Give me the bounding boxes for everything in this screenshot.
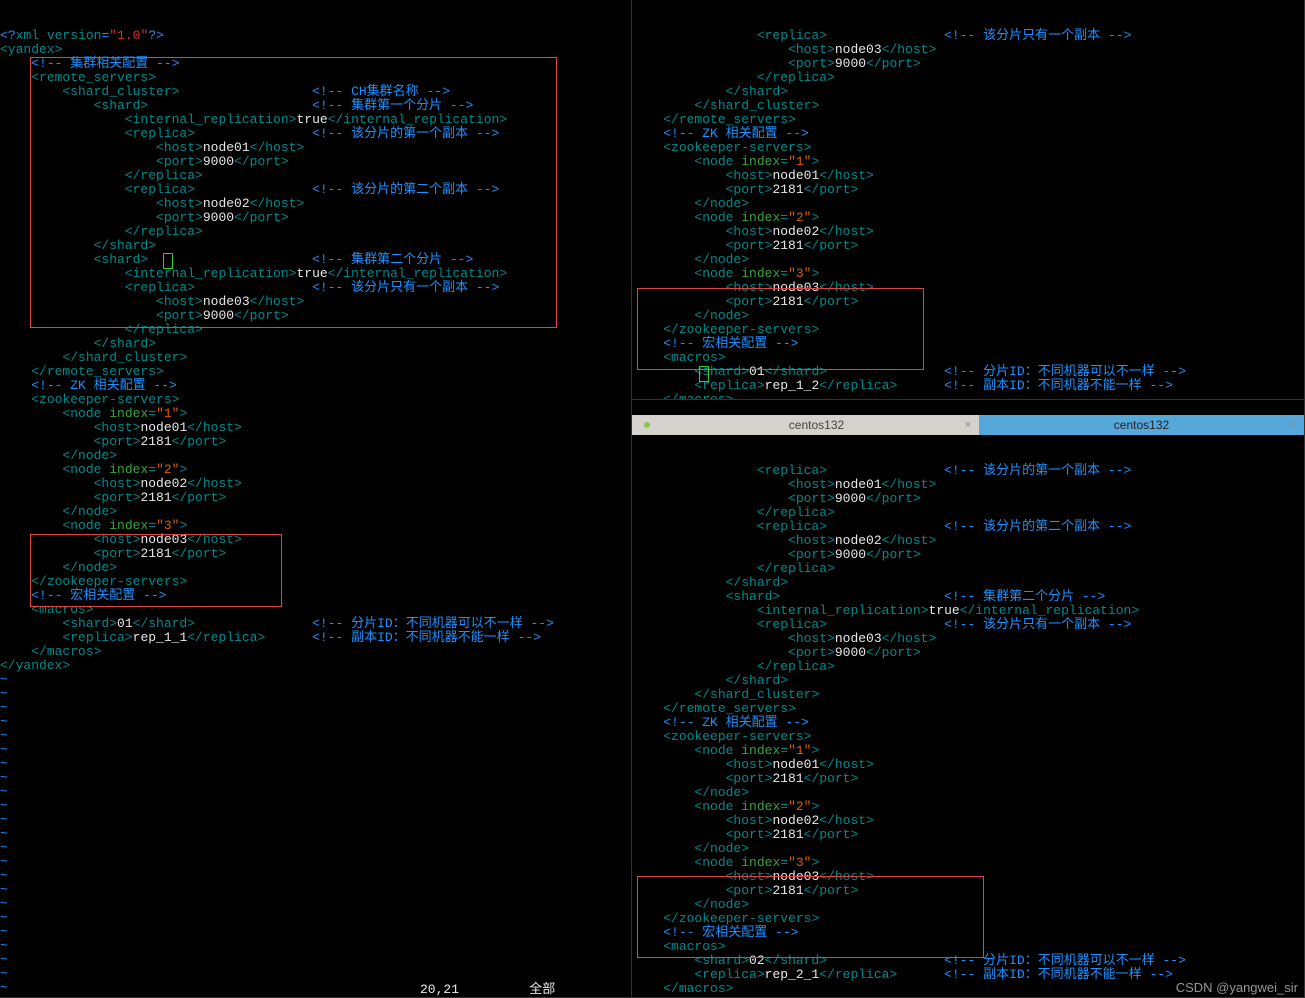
traffic-light	[632, 422, 654, 428]
tab-centos-1[interactable]: centos132×	[654, 415, 979, 435]
terminal-pane-left[interactable]: <?xml version="1.0"?> <yandex> <!-- 集群相关…	[0, 0, 632, 998]
terminal-pane-top-right[interactable]: <replica> <!-- 该分片只有一个副本 --> <host>node0…	[632, 0, 1305, 400]
close-icon[interactable]: ×	[965, 419, 971, 431]
xml-code-left: <?xml version="1.0"?> <yandex> <!-- 集群相关…	[0, 15, 631, 998]
xml-code-tr: <replica> <!-- 该分片只有一个副本 --> <host>node0…	[632, 15, 1304, 400]
watermark: CSDN @yangwei_sir	[1176, 980, 1298, 995]
vim-status-bar: 20,21 全部	[0, 978, 631, 997]
xml-code-br: <replica> <!-- 该分片的第一个副本 --> <host>node0…	[632, 450, 1304, 996]
close-icon[interactable]: ×	[1290, 419, 1296, 431]
tab-centos-2[interactable]: centos132×	[979, 415, 1304, 435]
terminal-pane-bottom-right[interactable]: centos132× centos132× <replica> <!-- 该分片…	[632, 400, 1305, 998]
terminal-tabs: centos132× centos132×	[632, 415, 1304, 435]
